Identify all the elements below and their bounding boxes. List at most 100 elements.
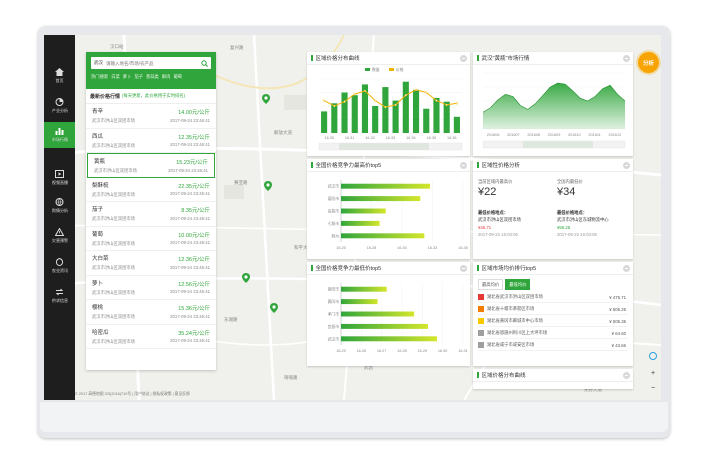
point xyxy=(394,103,397,107)
hot-search-item[interactable]: 茄子 xyxy=(134,74,143,80)
video-icon xyxy=(55,170,64,178)
search-header: 武汉 热门搜索 白菜 萝卜 茄子 葱蒜类 鲜肉 葡萄 xyxy=(86,52,216,89)
y-tick-label: 襄阳市 xyxy=(328,196,340,201)
y-tick-label: 襄阳市 xyxy=(328,287,340,292)
item-price: 15.36元/公斤 xyxy=(178,306,210,312)
map-pin-icon[interactable] xyxy=(242,273,250,283)
x-tick-label: 16.32 xyxy=(365,136,375,140)
hot-search-list: 热门搜索 白菜 萝卜 茄子 葱蒜类 鲜肉 葡萄 xyxy=(91,74,211,80)
legend-label: 数量 xyxy=(372,67,380,72)
price-list-item[interactable]: 梨酥梳 22.35元/公斤 武汉市洪山区双团市场 2017-09-24 23:46:4… xyxy=(86,178,216,202)
map-pin-icon[interactable] xyxy=(264,181,272,191)
max-market-name: 武汉市洪山区双团市场 xyxy=(478,217,521,222)
hot-search-item[interactable]: 白菜 xyxy=(111,74,120,80)
bar xyxy=(341,299,378,305)
sidebar-item-supply[interactable]: 供求信息 xyxy=(44,283,75,309)
x-tick-label: 16.26 xyxy=(357,349,367,353)
item-price: 12.36元/公斤 xyxy=(178,257,210,263)
bar xyxy=(341,183,431,189)
price-list-item[interactable]: 葡萄 10.00元/公斤 武汉市洪山区双团市场 2017-09-24 23:46:41 xyxy=(86,227,216,251)
bar xyxy=(341,208,386,214)
map-label: 汉口站 xyxy=(110,44,124,49)
market-rank-card: 区域市场均价排行top5 最高均价 最低均价 湖北省武汉市洪山区双团市场 ¥ 47… xyxy=(473,262,633,366)
bar-chart-icon xyxy=(55,128,64,135)
price-list-title: 最新价格行情 xyxy=(90,93,121,100)
map-pin-icon[interactable] xyxy=(270,303,278,313)
sidebar-item-video[interactable]: 视频直播 xyxy=(44,165,75,191)
rank-row[interactable]: 湖北省十堰市茅箭区市场 ¥ 506.25 xyxy=(478,304,628,315)
price-list-item[interactable]: 樱桃 15.36元/公斤 武汉市洪山区双团市场 2017-09-24 23:46:41 xyxy=(86,300,216,325)
collapse-button[interactable] xyxy=(460,162,467,169)
rank-market-name: 湖北省黄冈市麻城市中心市场 xyxy=(487,318,543,323)
rank-row[interactable]: 湖北省武汉市洪山区双团市场 ¥ 475.71 xyxy=(478,292,628,303)
sidebar-item-label: 灾害预警 xyxy=(51,238,68,243)
rank-row[interactable]: 湖北省恩施州利川区上大坪市场 ¥ 64.60 xyxy=(478,328,628,339)
competition-min-card: 全国价格竞争力最低价top5 16.25 16.26 16.27 16.28 16.29… xyxy=(307,262,470,366)
bar xyxy=(341,233,425,239)
card-title: 全国价格竞争力最高价top5 xyxy=(307,159,470,172)
collapse-button[interactable] xyxy=(460,265,467,272)
rank-row[interactable]: 湖北省黄冈市麻城市中心市场 ¥ 505.35 xyxy=(478,316,628,327)
tab-highest-avg[interactable]: 最高均价 xyxy=(478,279,504,290)
sidebar-item-label: 市场行情 xyxy=(51,137,68,142)
bar xyxy=(341,336,438,342)
collapse-button[interactable] xyxy=(460,55,467,62)
map-label: 东湖路 xyxy=(224,317,238,322)
item-time: 2017-09-24 23:46:41 xyxy=(170,289,210,294)
analysis-button[interactable]: 分析 xyxy=(638,52,659,73)
hot-search-item[interactable]: 葱蒜类 xyxy=(146,74,159,80)
rank-row[interactable]: 湖北省咸宁市咸安区市场 ¥ 43.66 xyxy=(478,340,628,351)
bar xyxy=(341,92,348,133)
map-pin-icon[interactable] xyxy=(262,94,270,104)
legend-swatch xyxy=(365,68,370,71)
sidebar-item-label: 产业分析 xyxy=(51,108,68,113)
price-list-subtitle: (每天更新，此价格用于实时排名) xyxy=(122,93,186,98)
item-price: 22.35元/公斤 xyxy=(178,183,210,190)
price-list-item[interactable]: 西瓜 12.35元/公斤 武汉市洪山区双团市场 2017-09-24 23:46:41 xyxy=(86,129,216,153)
search-input[interactable] xyxy=(106,60,201,66)
bar xyxy=(341,220,380,226)
collapse-button[interactable] xyxy=(623,162,630,169)
collapse-button[interactable] xyxy=(623,55,630,62)
sidebar-item-market[interactable]: 市场行情 xyxy=(44,122,75,148)
price-list-item[interactable]: 茄子 8.35元/公斤 武汉市洪山区双团市场 2017-09-24 23:46:41 xyxy=(86,202,216,227)
city-selector[interactable]: 武汉 xyxy=(94,60,103,66)
rank-market-name: 湖北省武汉市洪山区双团市场 xyxy=(487,294,543,299)
hot-search-item[interactable]: 萝卜 xyxy=(123,74,132,80)
tab-lowest-avg[interactable]: 最低均价 xyxy=(505,279,531,290)
zoom-out-button[interactable]: − xyxy=(648,383,658,393)
sidebar-item-industry[interactable]: 产业分析 xyxy=(44,93,75,119)
point xyxy=(353,92,356,96)
min-market-price: ¥56.25 xyxy=(557,225,571,230)
bottom-dist-card: 区域价格分布曲线 xyxy=(473,369,633,389)
collapse-button[interactable] xyxy=(623,265,630,272)
sidebar-item-news[interactable]: 农业资讯 xyxy=(44,253,75,279)
sidebar-item-label: 供求信息 xyxy=(51,298,68,303)
x-tick-label: 201610 xyxy=(568,133,581,137)
hot-search-label: 热门搜索 xyxy=(91,74,109,79)
item-price: 14.00元/公斤 xyxy=(178,110,210,116)
point xyxy=(445,103,448,107)
x-tick-label: 16.30 xyxy=(438,349,448,353)
y-tick-label: 武汉市 xyxy=(328,184,340,189)
hot-search-item[interactable]: 葡萄 xyxy=(173,74,182,80)
sidebar-item-home[interactable]: 首页 xyxy=(44,63,75,89)
search-icon[interactable] xyxy=(201,59,208,67)
price-list-item[interactable]: 黄瓶 15.23元/公斤 武汉市洪山区双团市场 2017-09-24 23:46:41 xyxy=(87,153,215,178)
price-list-item[interactable]: 哈密瓜 35.24元/公斤 武汉市洪山区双团市场 2017-09-24 23:46:4… xyxy=(86,325,216,349)
rank-market-name: 湖北省十堰市茅箭区市场 xyxy=(487,306,535,311)
item-price: 12.35元/公斤 xyxy=(178,134,210,141)
area-fill xyxy=(483,83,625,129)
price-list-item[interactable]: 青辛 14.00元/公斤 武汉市洪山区双团市场 2017-09-24 23:46:41 xyxy=(86,104,216,129)
price-list-item[interactable]: 萝卜 12.56元/公斤 武汉市洪山区双团市场 2017-09-24 23:46:41 xyxy=(86,276,216,300)
sidebar-item-sentiment[interactable]: 舆情分析 xyxy=(44,193,75,219)
bar xyxy=(402,81,409,133)
locate-icon[interactable] xyxy=(649,352,657,360)
card-title: 武汉"黄瓶"市场行情 xyxy=(473,52,633,65)
expand-button[interactable] xyxy=(623,372,630,379)
price-list-item[interactable]: 大白菜 12.36元/公斤 武汉市洪山区双团市场 2017-09-24 23:46:4… xyxy=(86,251,216,276)
hot-search-item[interactable]: 鲜肉 xyxy=(162,74,171,80)
sidebar-item-disaster[interactable]: 灾害预警 xyxy=(44,223,75,249)
zoom-in-button[interactable]: + xyxy=(648,368,658,378)
sidebar-item-label: 农业资讯 xyxy=(51,268,68,273)
